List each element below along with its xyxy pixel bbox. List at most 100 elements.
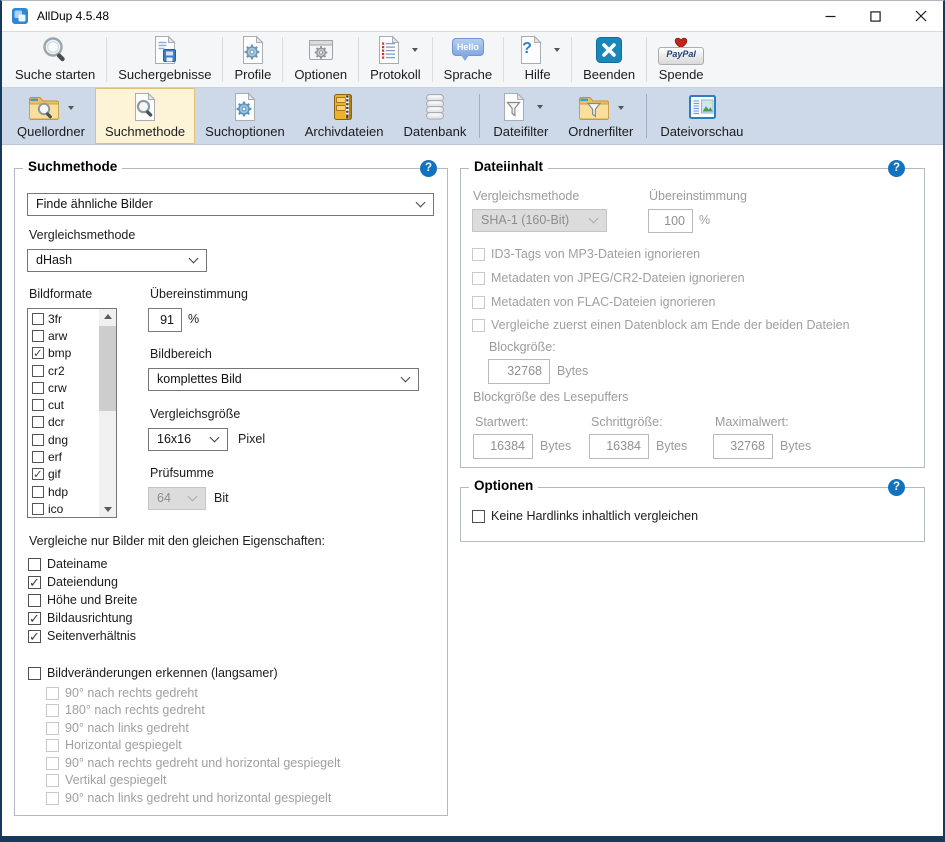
format-item[interactable]: cut [29,396,99,413]
donate-button[interactable]: PayPal Spende [648,32,714,87]
title-bar: AllDup 4.5.48 [2,1,943,31]
prop-checkbox-aspect-ratio[interactable]: Seitenverhältnis [28,629,136,643]
checkbox-box [472,296,485,309]
ignore-jpeg-metadata-checkbox: Metadaten von JPEG/CR2-Dateien ignoriere… [472,271,745,285]
toolbar-separator [106,37,107,82]
compare-size-select[interactable]: 16x16 [148,428,228,451]
format-item[interactable]: bmp [29,345,99,362]
checkbox-box [28,667,41,680]
help-button[interactable]: ? Hilfe [505,32,570,87]
help-badge[interactable]: ? [888,479,905,496]
image-area-select[interactable]: komplettes Bild [148,368,419,391]
nav-file-preview-button[interactable]: Dateivorschau [650,88,753,144]
format-item[interactable]: crw [29,379,99,396]
format-item[interactable]: hdp [29,483,99,500]
select-value: Finde ähnliche Bilder [36,197,153,211]
toolbar-label: Profile [234,67,271,82]
options-button[interactable]: Optionen [284,32,357,87]
checkbox-box [46,687,59,700]
checkbox-box [32,313,44,325]
checkbox-box [32,434,44,446]
nav-database-button[interactable]: Datenbank [393,88,476,144]
select-value: 64 [157,491,171,505]
format-item[interactable]: ico [29,500,99,516]
nav-search-method-button[interactable]: Suchmethode [95,88,195,144]
minimize-button[interactable] [808,1,853,31]
format-item[interactable]: dcr [29,414,99,431]
nav-source-folders-button[interactable]: Quellordner [7,88,95,144]
compare-end-block-checkbox: Vergleiche zuerst einen Datenblock am En… [472,318,850,332]
compare-method-label: Vergleichsmethode [29,228,135,242]
dropdown-arrow-icon[interactable] [618,106,624,110]
dropdown-arrow-icon[interactable] [412,48,418,52]
scroll-down-icon[interactable] [99,501,116,517]
log-button[interactable]: Protokoll [360,32,431,87]
profiles-button[interactable]: Profile [224,32,281,87]
checksum-label: Prüfsumme [150,466,214,480]
nav-search-options-button[interactable]: Suchoptionen [195,88,295,144]
no-hardlinks-checkbox[interactable]: Keine Hardlinks inhaltlich vergleichen [472,509,698,523]
format-item[interactable]: arw [29,327,99,344]
help-badge[interactable]: ? [888,160,905,177]
checkbox-box [46,774,59,787]
nav-archive-files-button[interactable]: Archivdateien [295,88,394,144]
maximize-button[interactable] [853,1,898,31]
checkbox-box [32,399,44,411]
select-value: 16x16 [157,432,191,446]
close-button[interactable] [898,1,943,31]
select-value: SHA-1 (160-Bit) [481,213,569,227]
toolbar-separator [646,37,647,82]
chevron-down-icon [416,198,426,208]
prop-checkbox-dimensions[interactable]: Höhe und Breite [28,593,137,607]
select-value: komplettes Bild [157,372,242,386]
transform-checkbox: Horizontal gespiegelt [46,738,182,752]
language-button[interactable]: Hello Sprache [434,32,502,87]
search-method-select[interactable]: Finde ähnliche Bilder [27,193,434,216]
checkbox-box [28,630,41,643]
toolbar-label: Hilfe [525,67,551,82]
scroll-up-icon[interactable] [99,309,116,325]
file-preview-icon [686,91,718,123]
help-badge[interactable]: ? [420,160,437,177]
format-item[interactable]: erf [29,448,99,465]
prop-checkbox-filename[interactable]: Dateiname [28,557,107,571]
paypal-text: PayPal [659,49,703,59]
checkbox-box [32,365,44,377]
source-folder-icon [27,94,61,122]
format-item[interactable]: gif [29,466,99,483]
toolbar-label: Dateifilter [493,124,548,139]
format-item[interactable]: 3fr [29,310,99,327]
paypal-donate-icon: PayPal [658,37,704,65]
nav-folder-filter-button[interactable]: Ordnerfilter [558,88,643,144]
search-start-button[interactable]: Suche starten [5,32,105,87]
dropdown-arrow-icon[interactable] [554,48,560,52]
checkbox-box [472,272,485,285]
dropdown-arrow-icon[interactable] [68,106,74,110]
select-value: dHash [36,253,72,267]
quit-button[interactable]: Beenden [573,32,645,87]
search-results-button[interactable]: Suchergebnisse [108,32,221,87]
format-item[interactable]: dng [29,431,99,448]
checkbox-box [28,558,41,571]
prop-checkbox-orientation[interactable]: Bildausrichtung [28,611,132,625]
step-size-input: 16384 [589,434,649,459]
prop-checkbox-extension[interactable]: Dateiendung [28,575,118,589]
format-item[interactable]: cr2 [29,362,99,379]
dropdown-arrow-icon[interactable] [537,105,543,109]
checkbox-box [46,722,59,735]
options-icon [305,34,337,66]
match-percent-input[interactable]: 91 [148,308,182,332]
log-icon [373,34,405,66]
options-panel: Optionen ? Keine Hardlinks inhaltlich ve… [460,487,925,542]
compare-method-select[interactable]: dHash [27,249,207,272]
transform-checkbox: 90° nach rechts gedreht und horizontal g… [46,756,340,770]
nav-file-filter-button[interactable]: Dateifilter [483,88,558,144]
transform-checkbox: Vertikal gespiegelt [46,773,166,787]
listbox-scrollbar[interactable] [99,309,116,517]
detect-transforms-checkbox[interactable]: Bildveränderungen erkennen (langsamer) [28,666,278,680]
checkbox-box [28,576,41,589]
scrollbar-thumb[interactable] [99,326,116,411]
bytes-unit: Bytes [557,364,588,378]
image-formats-listbox[interactable]: 3fr arw bmp cr2 crw cut dcr dng erf gif … [27,308,117,518]
transform-checkbox: 180° nach rechts gedreht [46,703,205,717]
